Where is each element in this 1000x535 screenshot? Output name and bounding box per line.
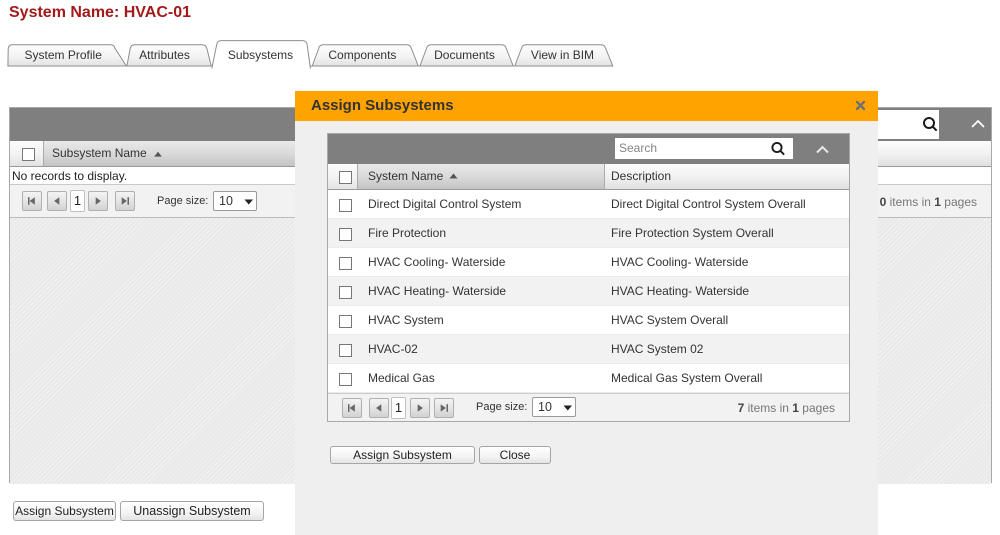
svg-text:View in BIM: View in BIM xyxy=(531,48,594,62)
svg-text:Attributes: Attributes xyxy=(139,48,190,62)
svg-text:Components: Components xyxy=(328,48,396,62)
svg-text:Documents: Documents xyxy=(434,48,495,62)
svg-text:Subsystems: Subsystems xyxy=(228,48,293,62)
svg-text:System Profile: System Profile xyxy=(25,48,103,62)
